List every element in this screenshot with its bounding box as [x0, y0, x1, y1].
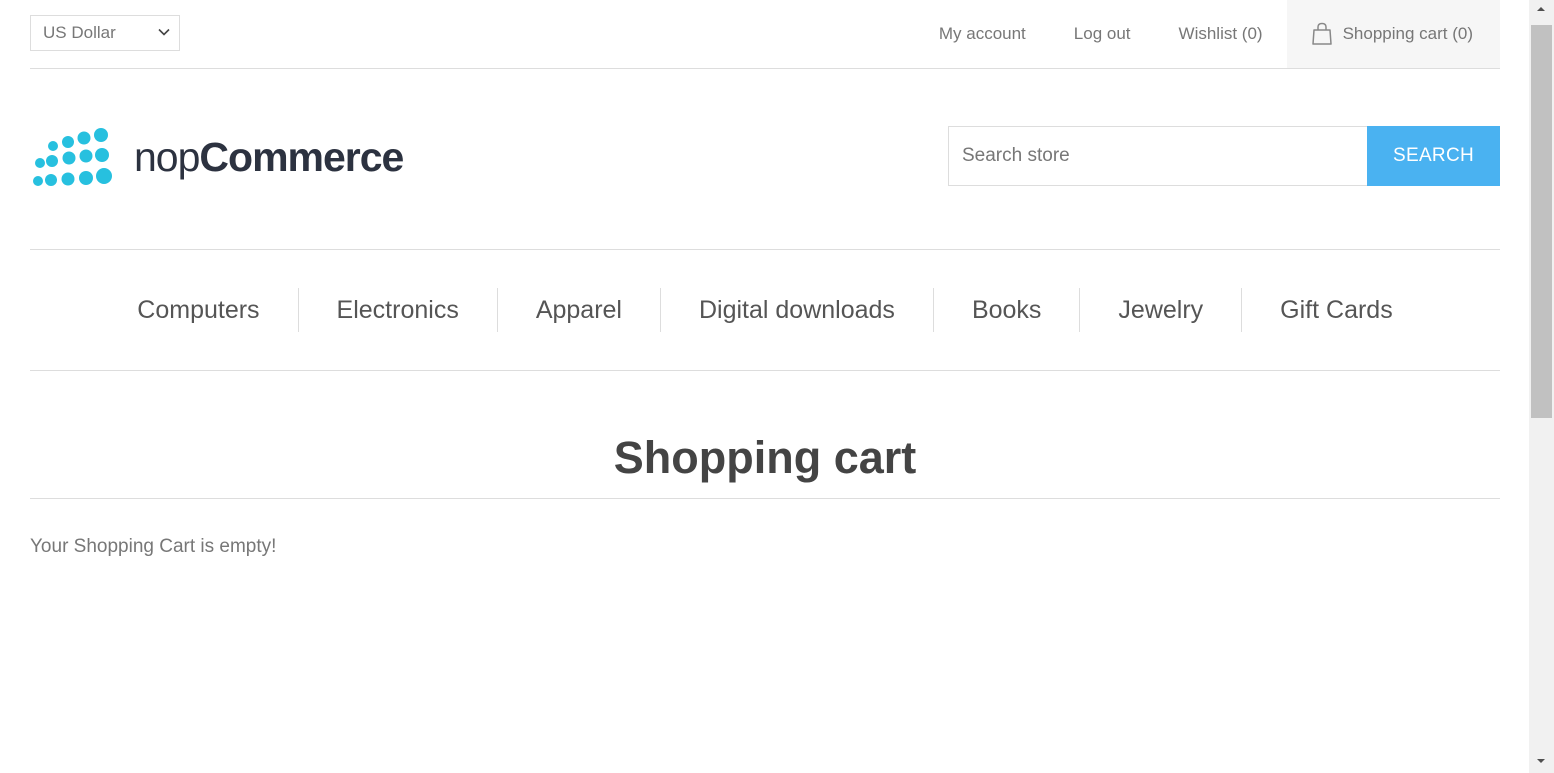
- store-logo[interactable]: nopCommerce: [32, 123, 404, 191]
- shopping-bag-icon: [1311, 22, 1332, 45]
- header-links: My account Log out Wishlist (0) Shopping…: [915, 0, 1500, 68]
- scroll-up-arrow-icon[interactable]: [1536, 4, 1546, 14]
- search-box: SEARCH: [948, 126, 1500, 186]
- search-button[interactable]: SEARCH: [1367, 126, 1500, 186]
- my-account-link[interactable]: My account: [915, 0, 1050, 68]
- vertical-scrollbar[interactable]: [1529, 0, 1554, 773]
- chevron-down-icon: [158, 28, 170, 36]
- category-menu: Computers Electronics Apparel Digital do…: [30, 249, 1500, 371]
- scrollbar-thumb[interactable]: [1531, 25, 1552, 418]
- menu-item-books[interactable]: Books: [932, 288, 1079, 332]
- menu-item-gift-cards[interactable]: Gift Cards: [1241, 288, 1431, 332]
- page-title: Shopping cart: [30, 420, 1500, 499]
- menu-item-digital-downloads[interactable]: Digital downloads: [659, 288, 933, 332]
- header-upper: US Dollar My account Log out Wishlist (0…: [30, 0, 1500, 69]
- logo-wordmark-part1: nop: [134, 133, 200, 180]
- menu-item-apparel[interactable]: Apparel: [496, 288, 660, 332]
- logo-dots-icon: [33, 128, 112, 186]
- log-out-link[interactable]: Log out: [1050, 0, 1155, 68]
- menu-item-electronics[interactable]: Electronics: [297, 288, 497, 332]
- search-input[interactable]: [948, 126, 1367, 186]
- logo-wordmark-part2: Commerce: [199, 133, 404, 180]
- menu-item-jewelry[interactable]: Jewelry: [1079, 288, 1241, 332]
- menu-item-computers[interactable]: Computers: [99, 288, 297, 332]
- currency-value: US Dollar: [43, 23, 116, 42]
- logo-wordmark: nopCommerce: [134, 133, 404, 181]
- shopping-cart-label: Shopping cart (0): [1342, 24, 1473, 43]
- empty-cart-message: Your Shopping Cart is empty!: [30, 536, 277, 557]
- shopping-cart-link[interactable]: Shopping cart (0): [1286, 0, 1500, 68]
- viewport: US Dollar My account Log out Wishlist (0…: [0, 0, 1554, 773]
- currency-selector[interactable]: US Dollar: [30, 15, 180, 51]
- wishlist-link[interactable]: Wishlist (0): [1155, 0, 1287, 68]
- scroll-down-arrow-icon[interactable]: [1536, 756, 1546, 766]
- page-container: US Dollar My account Log out Wishlist (0…: [30, 0, 1500, 773]
